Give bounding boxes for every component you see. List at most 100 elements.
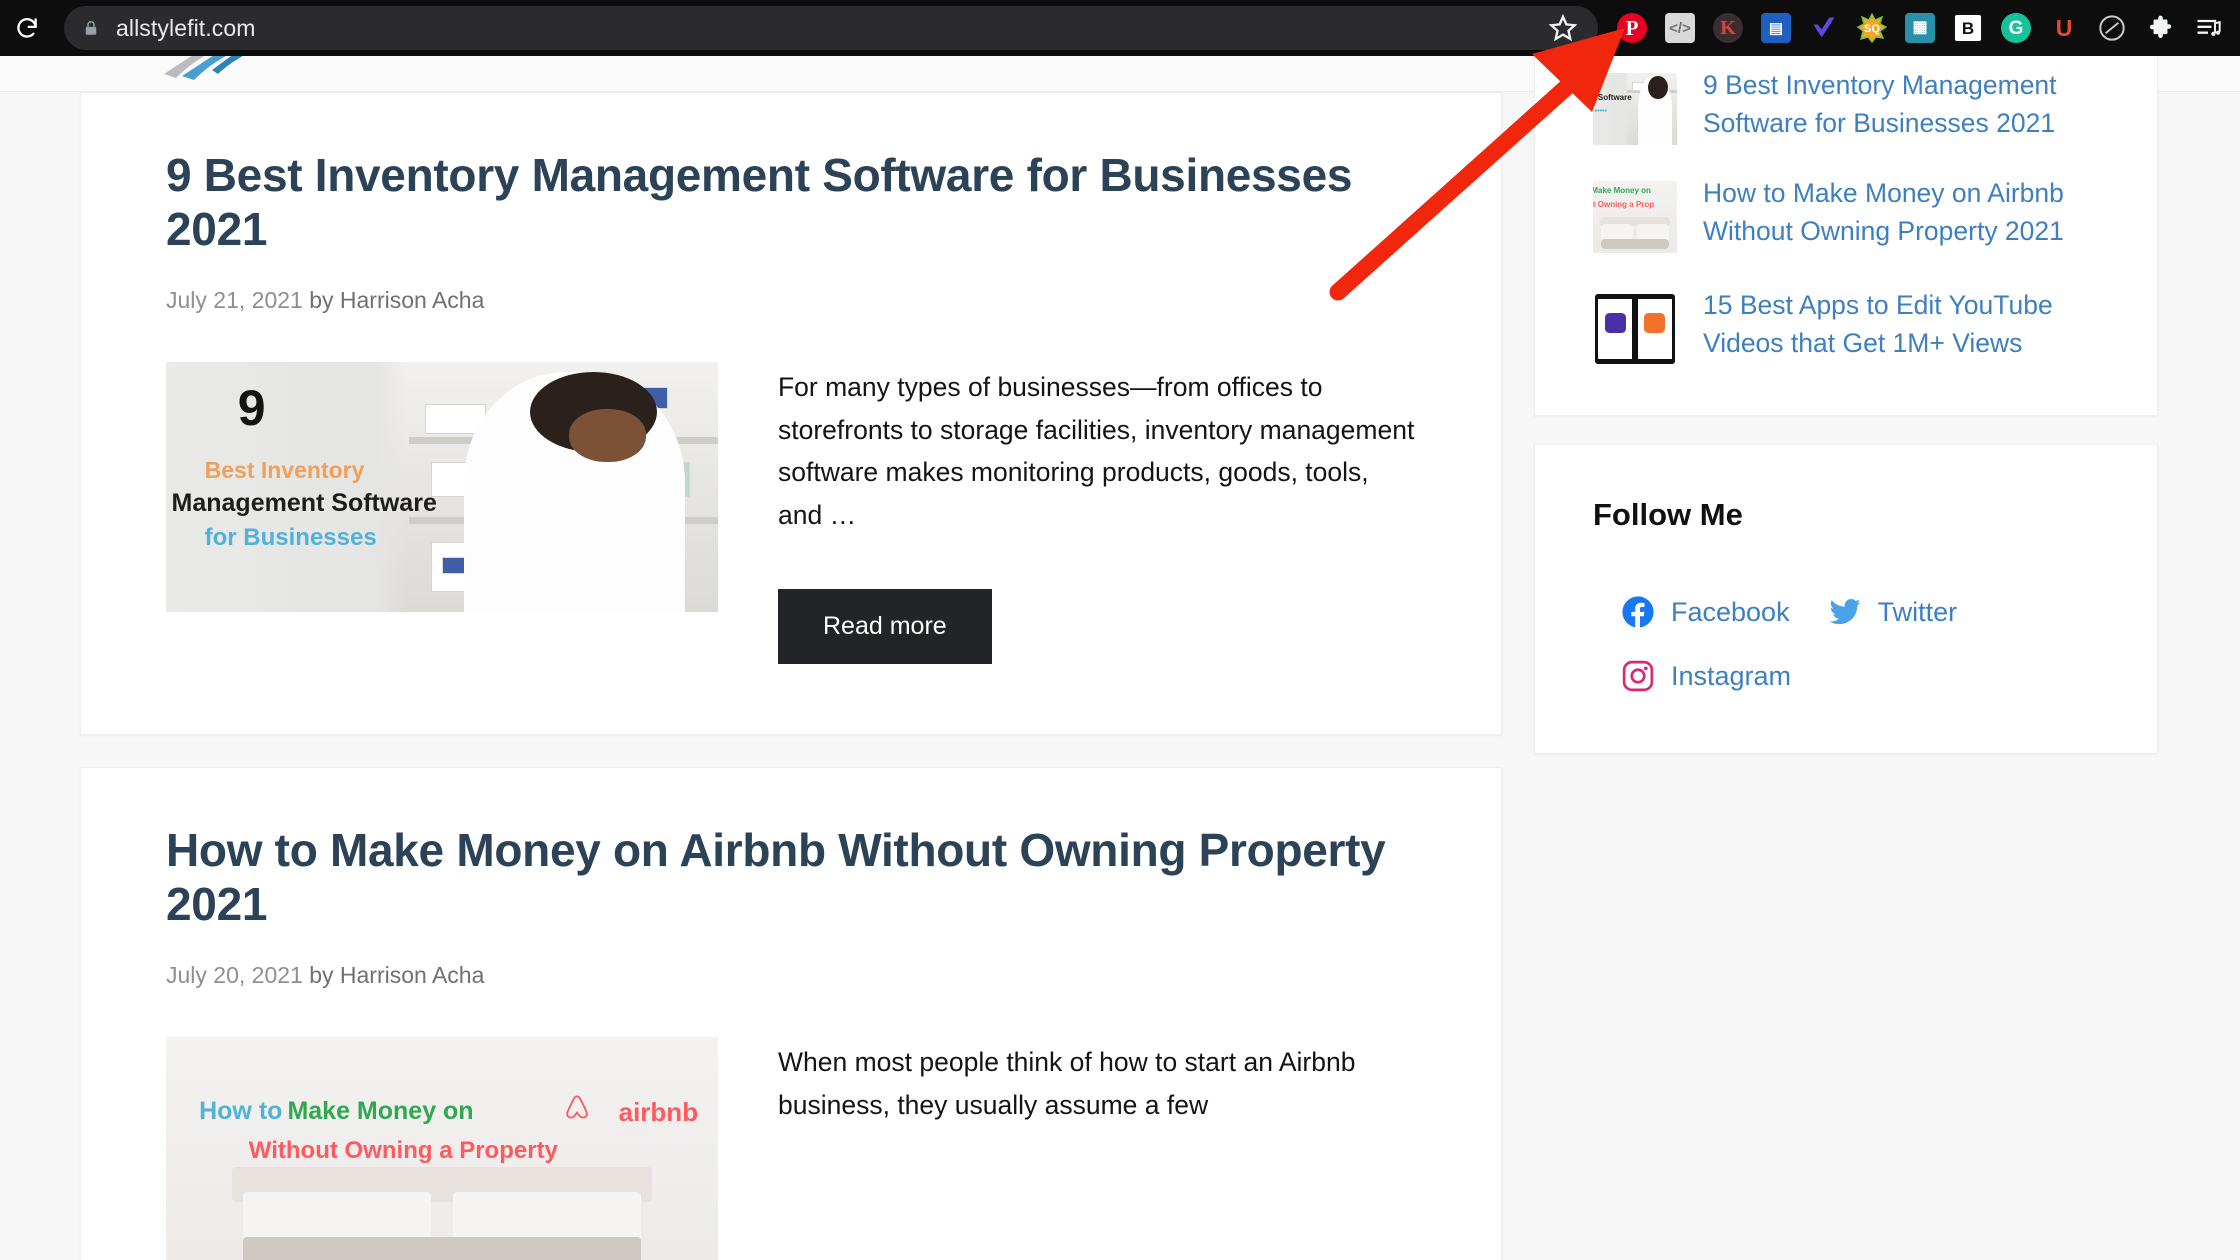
reload-icon[interactable]: [0, 0, 54, 56]
list-item: 15 Best Apps to Edit YouTube Videos that…: [1593, 287, 2099, 365]
svg-text:SQ: SQ: [1864, 23, 1880, 35]
purple-check-extension-icon[interactable]: [1800, 0, 1848, 56]
bed-right: [453, 1191, 641, 1242]
bold-b-extension-glyph: B: [1953, 13, 1983, 43]
recent-posts-card: t Software ••••• 9 Best Inventory Manage…: [1534, 56, 2158, 416]
social-label-facebook: Facebook: [1671, 596, 1790, 627]
poster-line-1: Best Inventory: [204, 456, 365, 483]
poster-brand: airbnb: [618, 1096, 699, 1127]
poster-line-2: Management Software: [171, 489, 437, 518]
read-more-button[interactable]: Read more: [778, 589, 992, 665]
grammarly-extension-glyph: G: [2001, 13, 2031, 43]
video-app-tile: [1644, 313, 1666, 334]
recent-thumbnail-airbnb[interactable]: Make Money on ut Owning a Prop: [1593, 181, 1677, 253]
social-link-facebook[interactable]: Facebook: [1621, 595, 1790, 629]
article-excerpt: When most people think of how to start a…: [778, 1046, 1356, 1120]
recent-post-link[interactable]: 15 Best Apps to Edit YouTube Videos that…: [1703, 287, 2099, 362]
article-body: 9 Best Inventory Management Software for…: [166, 361, 1416, 665]
article-author[interactable]: Harrison Acha: [340, 287, 484, 313]
article-excerpt: For many types of businesses—from office…: [778, 371, 1415, 531]
social-label-instagram: Instagram: [1671, 660, 1792, 691]
article-title[interactable]: 9 Best Inventory Management Software for…: [166, 149, 1416, 257]
recent-post-link[interactable]: 9 Best Inventory Management Software for…: [1703, 67, 2099, 142]
sidebar: t Software ••••• 9 Best Inventory Manage…: [1534, 56, 2158, 754]
pharmacist-face: [568, 409, 647, 462]
article-card: How to Make Money on Airbnb Without Owni…: [80, 767, 1502, 1260]
social-link-twitter[interactable]: Twitter: [1828, 595, 1958, 629]
site-logo[interactable]: [160, 56, 370, 84]
list-item: t Software ••••• 9 Best Inventory Manage…: [1593, 67, 2099, 145]
article-body: How to Make Money on airbnb Without Owni…: [166, 1036, 1416, 1260]
reading-list-icon[interactable]: [2184, 0, 2232, 56]
facebook-icon: [1622, 596, 1654, 628]
recent-post-link[interactable]: How to Make Money on Airbnb Without Owni…: [1703, 175, 2099, 250]
article-title[interactable]: How to Make Money on Airbnb Without Owni…: [166, 824, 1416, 932]
list-item: Make Money on ut Owning a Prop How to Ma…: [1593, 175, 2099, 253]
reading-list-glyph: [2197, 19, 2221, 36]
social-link-instagram[interactable]: Instagram: [1621, 659, 1791, 693]
poster-line-2: Without Owning a Property: [248, 1136, 558, 1164]
recent-thumbnail-youtube-apps[interactable]: [1593, 293, 1677, 365]
address-bar[interactable]: allstylefit.com: [64, 6, 1598, 50]
follow-me-title: Follow Me: [1593, 497, 1743, 532]
url-text: allstylefit.com: [116, 14, 256, 41]
thumb-overlay-text: •••••: [1594, 107, 1607, 115]
article-by-label: by: [309, 286, 334, 313]
bed-right: [1636, 224, 1669, 241]
poster-line-3: for Businesses: [204, 524, 377, 552]
unsplash-u-extension-glyph: U: [2055, 14, 2073, 41]
bed-base: [1601, 238, 1669, 249]
grammar-k-extension-icon[interactable]: K: [1704, 0, 1752, 56]
poster-line-1a: How to: [199, 1096, 283, 1125]
twitter-icon: [1828, 598, 1861, 625]
article-author[interactable]: Harrison Acha: [340, 962, 484, 988]
bold-b-extension-icon[interactable]: B: [1944, 0, 1992, 56]
code-viewer-extension-icon[interactable]: </>: [1656, 0, 1704, 56]
recent-thumbnail-inventory[interactable]: t Software •••••: [1593, 73, 1677, 145]
card-gap: [80, 735, 1502, 767]
airbnb-poster: How to Make Money on airbnb Without Owni…: [166, 1036, 718, 1260]
teal-reader-extension-icon[interactable]: ▦: [1896, 0, 1944, 56]
thumb-overlay-text: t Software: [1593, 93, 1632, 103]
article-thumbnail-airbnb[interactable]: How to Make Money on airbnb Without Owni…: [166, 1036, 718, 1260]
seo-quake-extension-icon[interactable]: SQ: [1848, 0, 1896, 56]
puzzle-extensions-icon[interactable]: [2136, 0, 2184, 56]
blue-doc-extension-glyph: ▤: [1761, 13, 1791, 43]
article-by-label: by: [309, 961, 334, 988]
bed-left: [1601, 224, 1634, 241]
pharmacist-hair: [1648, 75, 1668, 99]
thumb-overlay-text: ut Owning a Prop: [1593, 199, 1655, 209]
bookmark-star-icon[interactable]: [1548, 13, 1578, 43]
bookmark-star-icon-glyph: [1548, 13, 1578, 42]
bed-left: [243, 1191, 431, 1242]
unsplash-u-extension-icon[interactable]: U: [2040, 0, 2088, 56]
slash-circle-extension-icon[interactable]: [2088, 0, 2136, 56]
article-excerpt-column: When most people think of how to start a…: [778, 1037, 1416, 1127]
page-viewport: Home About Contact 9 Best Inventory Mana…: [0, 56, 2240, 1260]
social-row: Instagram: [1593, 659, 2099, 693]
pinterest-extension-glyph: P: [1617, 13, 1647, 43]
thumb-overlay-text: Make Money on: [1593, 186, 1651, 196]
puzzle-extensions-glyph: [2149, 15, 2171, 38]
reload-icon-glyph: [17, 18, 37, 38]
teal-reader-extension-glyph: ▦: [1905, 13, 1935, 43]
browser-toolbar: allstylefit.com P </> K ▤ SQ ▦ B G U: [0, 0, 2240, 56]
article-thumbnail-inventory[interactable]: 9 Best Inventory Management Software for…: [166, 361, 718, 612]
social-label-twitter: Twitter: [1877, 596, 1958, 627]
poster-number: 9: [237, 380, 266, 437]
code-viewer-extension-glyph: </>: [1665, 13, 1695, 43]
grammarly-extension-icon[interactable]: G: [1992, 0, 2040, 56]
social-row: Facebook Twitter: [1593, 595, 2099, 629]
article-meta: July 21, 2021 by Harrison Acha: [166, 287, 1416, 314]
article-card: 9 Best Inventory Management Software for…: [80, 92, 1502, 736]
article-date: July 21, 2021: [166, 286, 303, 313]
instagram-icon: [1622, 660, 1654, 692]
poster-line-1b: Make Money on: [287, 1096, 474, 1125]
pinterest-extension-icon[interactable]: P: [1608, 0, 1656, 56]
seo-quake-extension-glyph: SQ: [1857, 13, 1887, 43]
article-date: July 20, 2021: [166, 961, 303, 988]
article-meta: July 20, 2021 by Harrison Acha: [166, 962, 1416, 989]
slash-circle-extension-glyph: [2099, 15, 2125, 41]
blue-doc-extension-icon[interactable]: ▤: [1752, 0, 1800, 56]
airbnb-logo-icon: [566, 1095, 589, 1119]
